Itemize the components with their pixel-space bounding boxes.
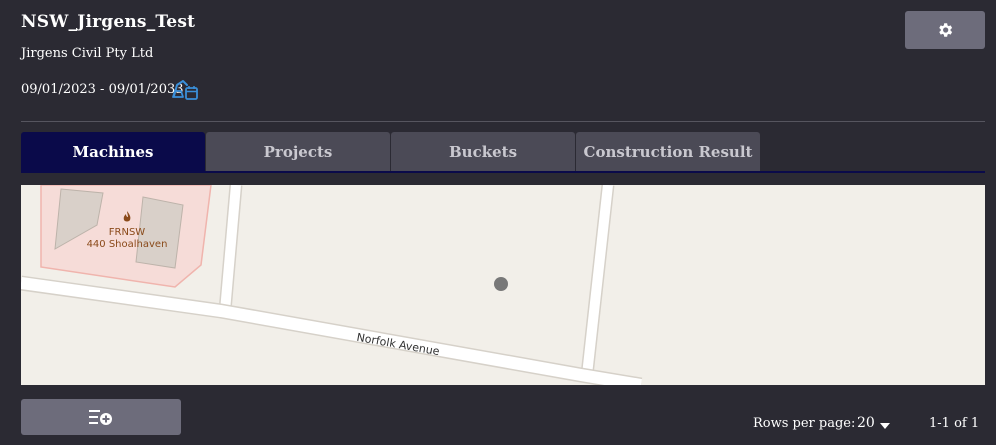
tab-machines[interactable]: Machines (21, 132, 205, 171)
page-range: 1-1 of 1 (929, 416, 980, 431)
rows-per-page-label: Rows per page: (753, 416, 856, 431)
poi-name: FRNSW (109, 227, 146, 238)
tab-construction-result[interactable]: Construction Result (576, 132, 760, 171)
poi-address: 440 Shoalhaven (87, 239, 168, 250)
date-range: 09/01/2023 - 09/01/2033 (21, 82, 184, 97)
add-list-icon (89, 410, 112, 425)
rows-per-page-select[interactable]: 20 (857, 415, 875, 431)
machine-marker[interactable] (494, 277, 508, 291)
add-machine-button[interactable] (21, 399, 181, 435)
gear-icon (939, 23, 953, 37)
tab-buckets[interactable]: Buckets (391, 132, 575, 171)
header-divider (21, 121, 985, 122)
project-title: NSW_Jirgens_Test (21, 12, 196, 32)
tab-underline (21, 171, 985, 173)
map-view[interactable]: FRNSW 440 Shoalhaven Norfolk Avenue (21, 185, 985, 385)
excavator-calendar-icon[interactable] (171, 77, 199, 101)
map-canvas: FRNSW 440 Shoalhaven Norfolk Avenue (21, 185, 985, 385)
tab-bar: Machines Projects Buckets Construction R… (21, 132, 760, 171)
tab-projects[interactable]: Projects (206, 132, 390, 171)
company-name: Jirgens Civil Pty Ltd (21, 46, 154, 61)
settings-button[interactable] (905, 11, 985, 49)
chevron-down-icon[interactable] (880, 423, 890, 429)
